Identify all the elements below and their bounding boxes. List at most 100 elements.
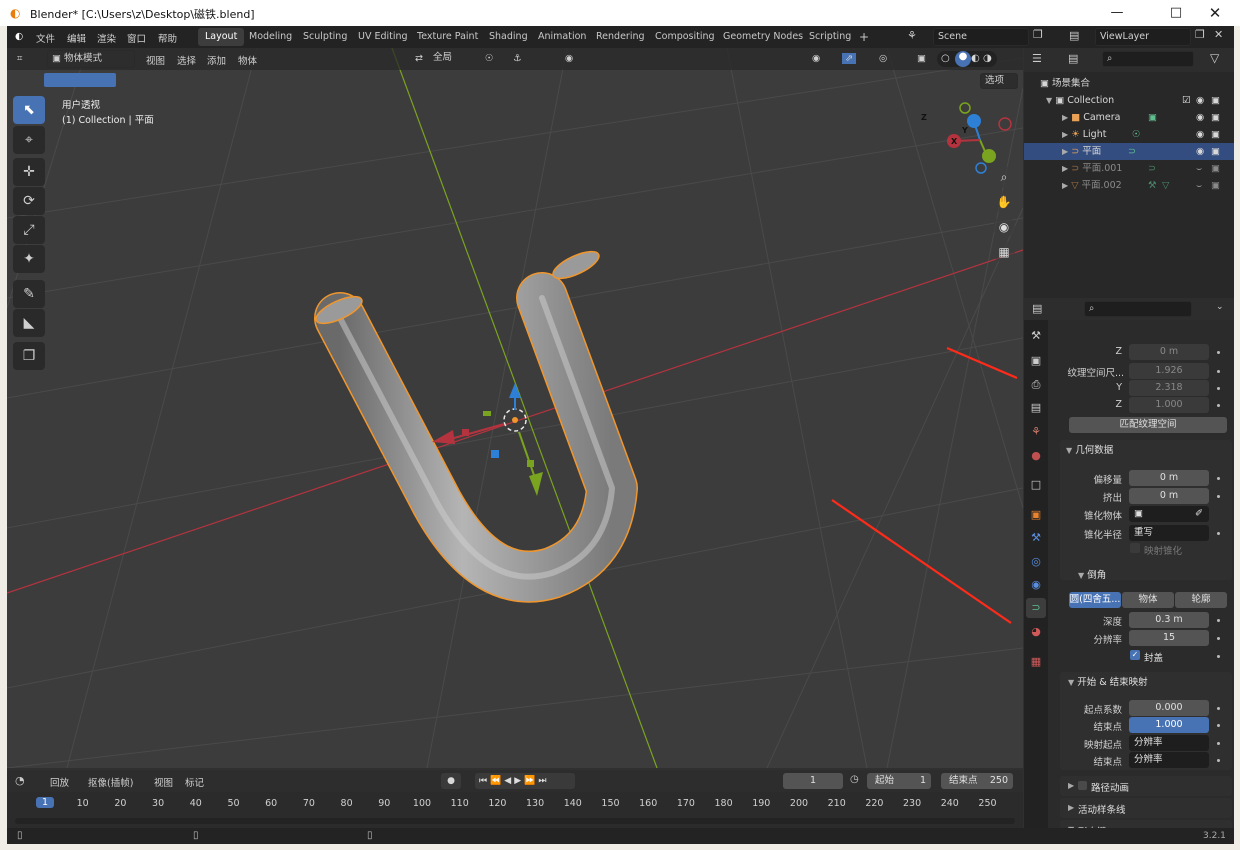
checkbox-icon[interactable]: ☑ — [1182, 92, 1191, 109]
eye-icon[interactable]: ◉ — [1196, 143, 1204, 160]
keyframe-dot[interactable] — [1217, 370, 1220, 373]
tab-scripting[interactable]: Scripting — [802, 28, 858, 46]
close-button[interactable]: ✕ — [1200, 4, 1230, 22]
render-camera-icon[interactable]: ▣ — [1211, 109, 1220, 126]
expand-chevron-icon[interactable]: ▼ — [1046, 96, 1052, 105]
keyframe-dot[interactable] — [1217, 724, 1220, 727]
output-tab-icon[interactable]: ⎙ — [1026, 375, 1046, 395]
eye-closed-icon[interactable]: ⌣ — [1196, 177, 1202, 194]
add-workspace-button[interactable]: + — [852, 28, 876, 46]
keyframe-dot[interactable] — [1217, 637, 1220, 640]
keyframe-dot[interactable] — [1217, 351, 1220, 354]
path-animation-checkbox[interactable] — [1078, 781, 1087, 790]
viewlayer-selector[interactable]: ViewLayer — [1095, 28, 1191, 46]
tab-shading[interactable]: Shading — [482, 28, 535, 46]
select-box-tool[interactable]: ⬉ — [13, 96, 45, 124]
map-taper-checkbox[interactable] — [1130, 543, 1140, 553]
keyframe-dot[interactable] — [1217, 495, 1220, 498]
pan-hand-icon[interactable]: ✋ — [993, 191, 1015, 213]
viewport-menu-view[interactable]: 视图 — [146, 53, 165, 67]
outliner-row-plane[interactable]: ▶ ⊃ 平面 ⊃ ◉ ▣ — [1024, 143, 1234, 160]
pin-dropdown-icon[interactable]: ⌄ — [1216, 302, 1224, 312]
outliner-search-input[interactable]: ⌕ — [1102, 51, 1194, 67]
texspace-size-x-field[interactable]: 1.926 — [1129, 363, 1209, 379]
texture-tab-icon[interactable]: ▦ — [1026, 652, 1046, 672]
viewport-menu-select[interactable]: 选择 — [177, 53, 196, 67]
filter-icon[interactable]: ▽ — [1210, 51, 1219, 65]
tab-geometry-nodes[interactable]: Geometry Nodes — [716, 28, 810, 46]
keyframe-dot[interactable] — [1217, 619, 1220, 622]
cursor-tool[interactable]: ⌖ — [13, 126, 45, 154]
material-shading-icon[interactable]: ◐ — [971, 53, 980, 64]
measure-tool[interactable]: ◣ — [13, 309, 45, 337]
viewport-scene[interactable] — [7, 48, 1023, 768]
taper-radius-dropdown[interactable]: 重写 — [1129, 525, 1209, 541]
bevel-mode-object-button[interactable]: 物体 — [1122, 592, 1174, 608]
minimize-button[interactable]: — — [1102, 4, 1132, 22]
solid-shading-icon[interactable]: ● — [955, 51, 971, 67]
bevel-mode-round-button[interactable]: 圆(四舍五... — [1069, 592, 1121, 608]
start-end-panel-header[interactable]: ▼ 开始 & 结束映射 — [1068, 673, 1148, 693]
render-tab-icon[interactable]: ▣ — [1026, 351, 1046, 371]
menu-window[interactable]: 窗口 — [127, 31, 146, 45]
outliner-editor-type-icon[interactable]: ☰ — [1032, 52, 1042, 65]
visibility-icon[interactable]: ◉ — [812, 53, 820, 64]
tab-layout[interactable]: Layout — [198, 28, 245, 46]
eye-icon[interactable]: ◉ — [1196, 109, 1204, 126]
bevel-end-field[interactable]: 1.000 — [1129, 717, 1209, 733]
rotate-tool[interactable]: ⟳ — [13, 187, 45, 215]
proportional-edit-icon[interactable]: ◉ — [565, 53, 573, 64]
remove-viewlayer-icon[interactable]: ✕ — [1214, 28, 1223, 41]
zoom-icon[interactable]: ⌕ — [993, 166, 1015, 188]
transform-tool[interactable]: ✦ — [13, 245, 45, 273]
expand-chevron-icon[interactable]: ▶ — [1062, 147, 1068, 156]
offset-field[interactable]: 0 m — [1129, 470, 1209, 486]
xray-toggle-icon[interactable]: ▣ — [917, 53, 926, 64]
options-dropdown[interactable]: 选项 — [980, 73, 1018, 89]
wireframe-shading-icon[interactable]: ○ — [941, 53, 950, 64]
collection-tab-icon[interactable]: □ — [1026, 475, 1046, 495]
editor-type-icon[interactable]: ⌗ — [17, 53, 22, 64]
expand-chevron-icon[interactable]: ▶ — [1062, 113, 1068, 122]
move-tool[interactable]: ✛ — [13, 158, 45, 186]
viewport-menu-object[interactable]: 物体 — [238, 53, 257, 67]
keyframe-dot[interactable] — [1217, 707, 1220, 710]
collapse-chevron-icon[interactable]: ▶ — [1068, 781, 1074, 790]
modifier-tab-icon[interactable]: ⚒ — [1026, 528, 1046, 548]
bevel-resolution-field[interactable]: 15 — [1129, 630, 1209, 646]
outliner-row-plane-001[interactable]: ▶ ⊃ 平面.001 ⊃ ⌣ ▣ — [1024, 160, 1234, 177]
taper-object-field[interactable]: ▣ ✐ — [1129, 506, 1209, 522]
scale-tool[interactable]: ⤢ — [13, 216, 45, 244]
tab-compositing[interactable]: Compositing — [648, 28, 722, 46]
expand-chevron-icon[interactable]: ▶ — [1062, 164, 1068, 173]
eyedropper-icon[interactable]: ✐ — [1195, 506, 1203, 521]
outliner-row-plane-002[interactable]: ▶ ▽ 平面.002 ⚒ ▽ ⌣ ▣ — [1024, 177, 1234, 194]
active-spline-panel[interactable]: ▶ 活动样条线 — [1060, 798, 1232, 818]
properties-search-input[interactable]: ⌕ — [1084, 301, 1192, 317]
render-camera-icon[interactable]: ▣ — [1211, 177, 1220, 194]
copy-scene-icon[interactable]: ❐ — [1033, 28, 1043, 41]
outliner-row-light[interactable]: ▶ ☀ Light ☉ ◉ ▣ — [1024, 126, 1234, 143]
selection-mode-buttons[interactable] — [44, 73, 116, 87]
match-texture-space-button[interactable]: 匹配纹理空间 — [1069, 417, 1227, 433]
menu-render[interactable]: 渲染 — [97, 31, 116, 45]
expand-chevron-icon[interactable]: ▶ — [1062, 130, 1068, 139]
eye-icon[interactable]: ◉ — [1196, 92, 1204, 109]
outliner-row-collection[interactable]: ▼ ▣ Collection ☑ ◉ ▣ — [1024, 92, 1234, 109]
annotate-tool[interactable]: ✎ — [13, 280, 45, 308]
3d-viewport[interactable]: Z Y X ⌗ ▣ 物体模式 视图 选择 添加 物体 ⇄ 全局 ☉ ⚓ ◉ ◉ … — [7, 48, 1023, 768]
collapse-chevron-icon[interactable]: ▶ — [1068, 803, 1074, 812]
pivot-icon[interactable]: ☉ — [485, 53, 494, 64]
geometry-panel-header[interactable]: ▼ 几何数据 — [1066, 441, 1113, 461]
render-camera-icon[interactable]: ▣ — [1211, 160, 1220, 177]
fill-caps-checkbox[interactable]: ✓ — [1130, 650, 1140, 660]
ortho-grid-icon[interactable]: ▦ — [993, 241, 1015, 263]
u-shaped-tube-object[interactable] — [315, 273, 637, 602]
eye-icon[interactable]: ◉ — [1196, 126, 1204, 143]
particles-tab-icon[interactable]: ◎ — [1026, 552, 1046, 572]
view-layer-tab-icon[interactable]: ▤ — [1026, 398, 1046, 418]
shading-mode-buttons[interactable]: ○ ● ◐ ◑ — [937, 51, 997, 67]
keyframe-dot[interactable] — [1217, 655, 1220, 658]
tab-sculpting[interactable]: Sculpting — [296, 28, 354, 46]
properties-editor-type-icon[interactable]: ▤ — [1032, 302, 1042, 315]
